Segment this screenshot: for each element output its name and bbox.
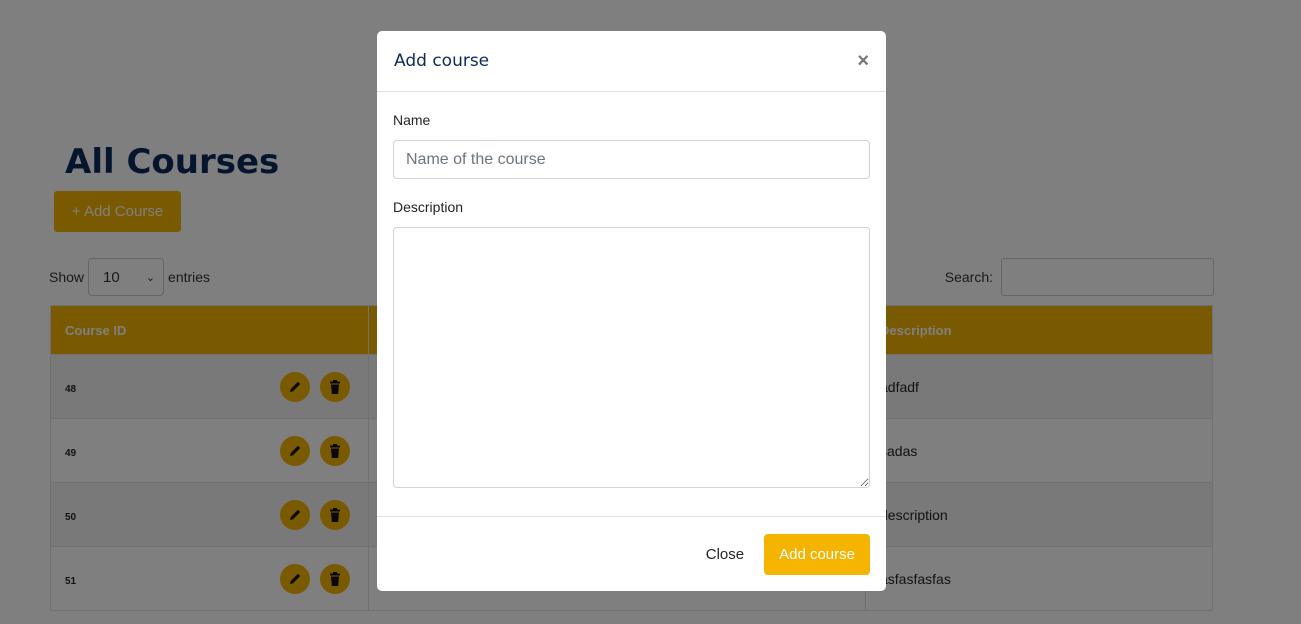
modal-footer: Close Add course — [377, 516, 886, 591]
course-description-input[interactable] — [393, 227, 870, 488]
description-label: Description — [393, 199, 464, 215]
modal-title: Add course — [394, 51, 490, 71]
add-course-modal: Add course × Name Description Close Add … — [377, 31, 886, 591]
modal-header: Add course × — [377, 31, 886, 92]
modal-body: Name Description — [377, 92, 886, 493]
course-name-input[interactable] — [393, 140, 870, 179]
close-button[interactable]: Close — [706, 546, 744, 563]
submit-add-course-button[interactable]: Add course — [764, 533, 870, 575]
name-label: Name — [393, 112, 431, 128]
close-icon[interactable]: × — [857, 51, 869, 71]
